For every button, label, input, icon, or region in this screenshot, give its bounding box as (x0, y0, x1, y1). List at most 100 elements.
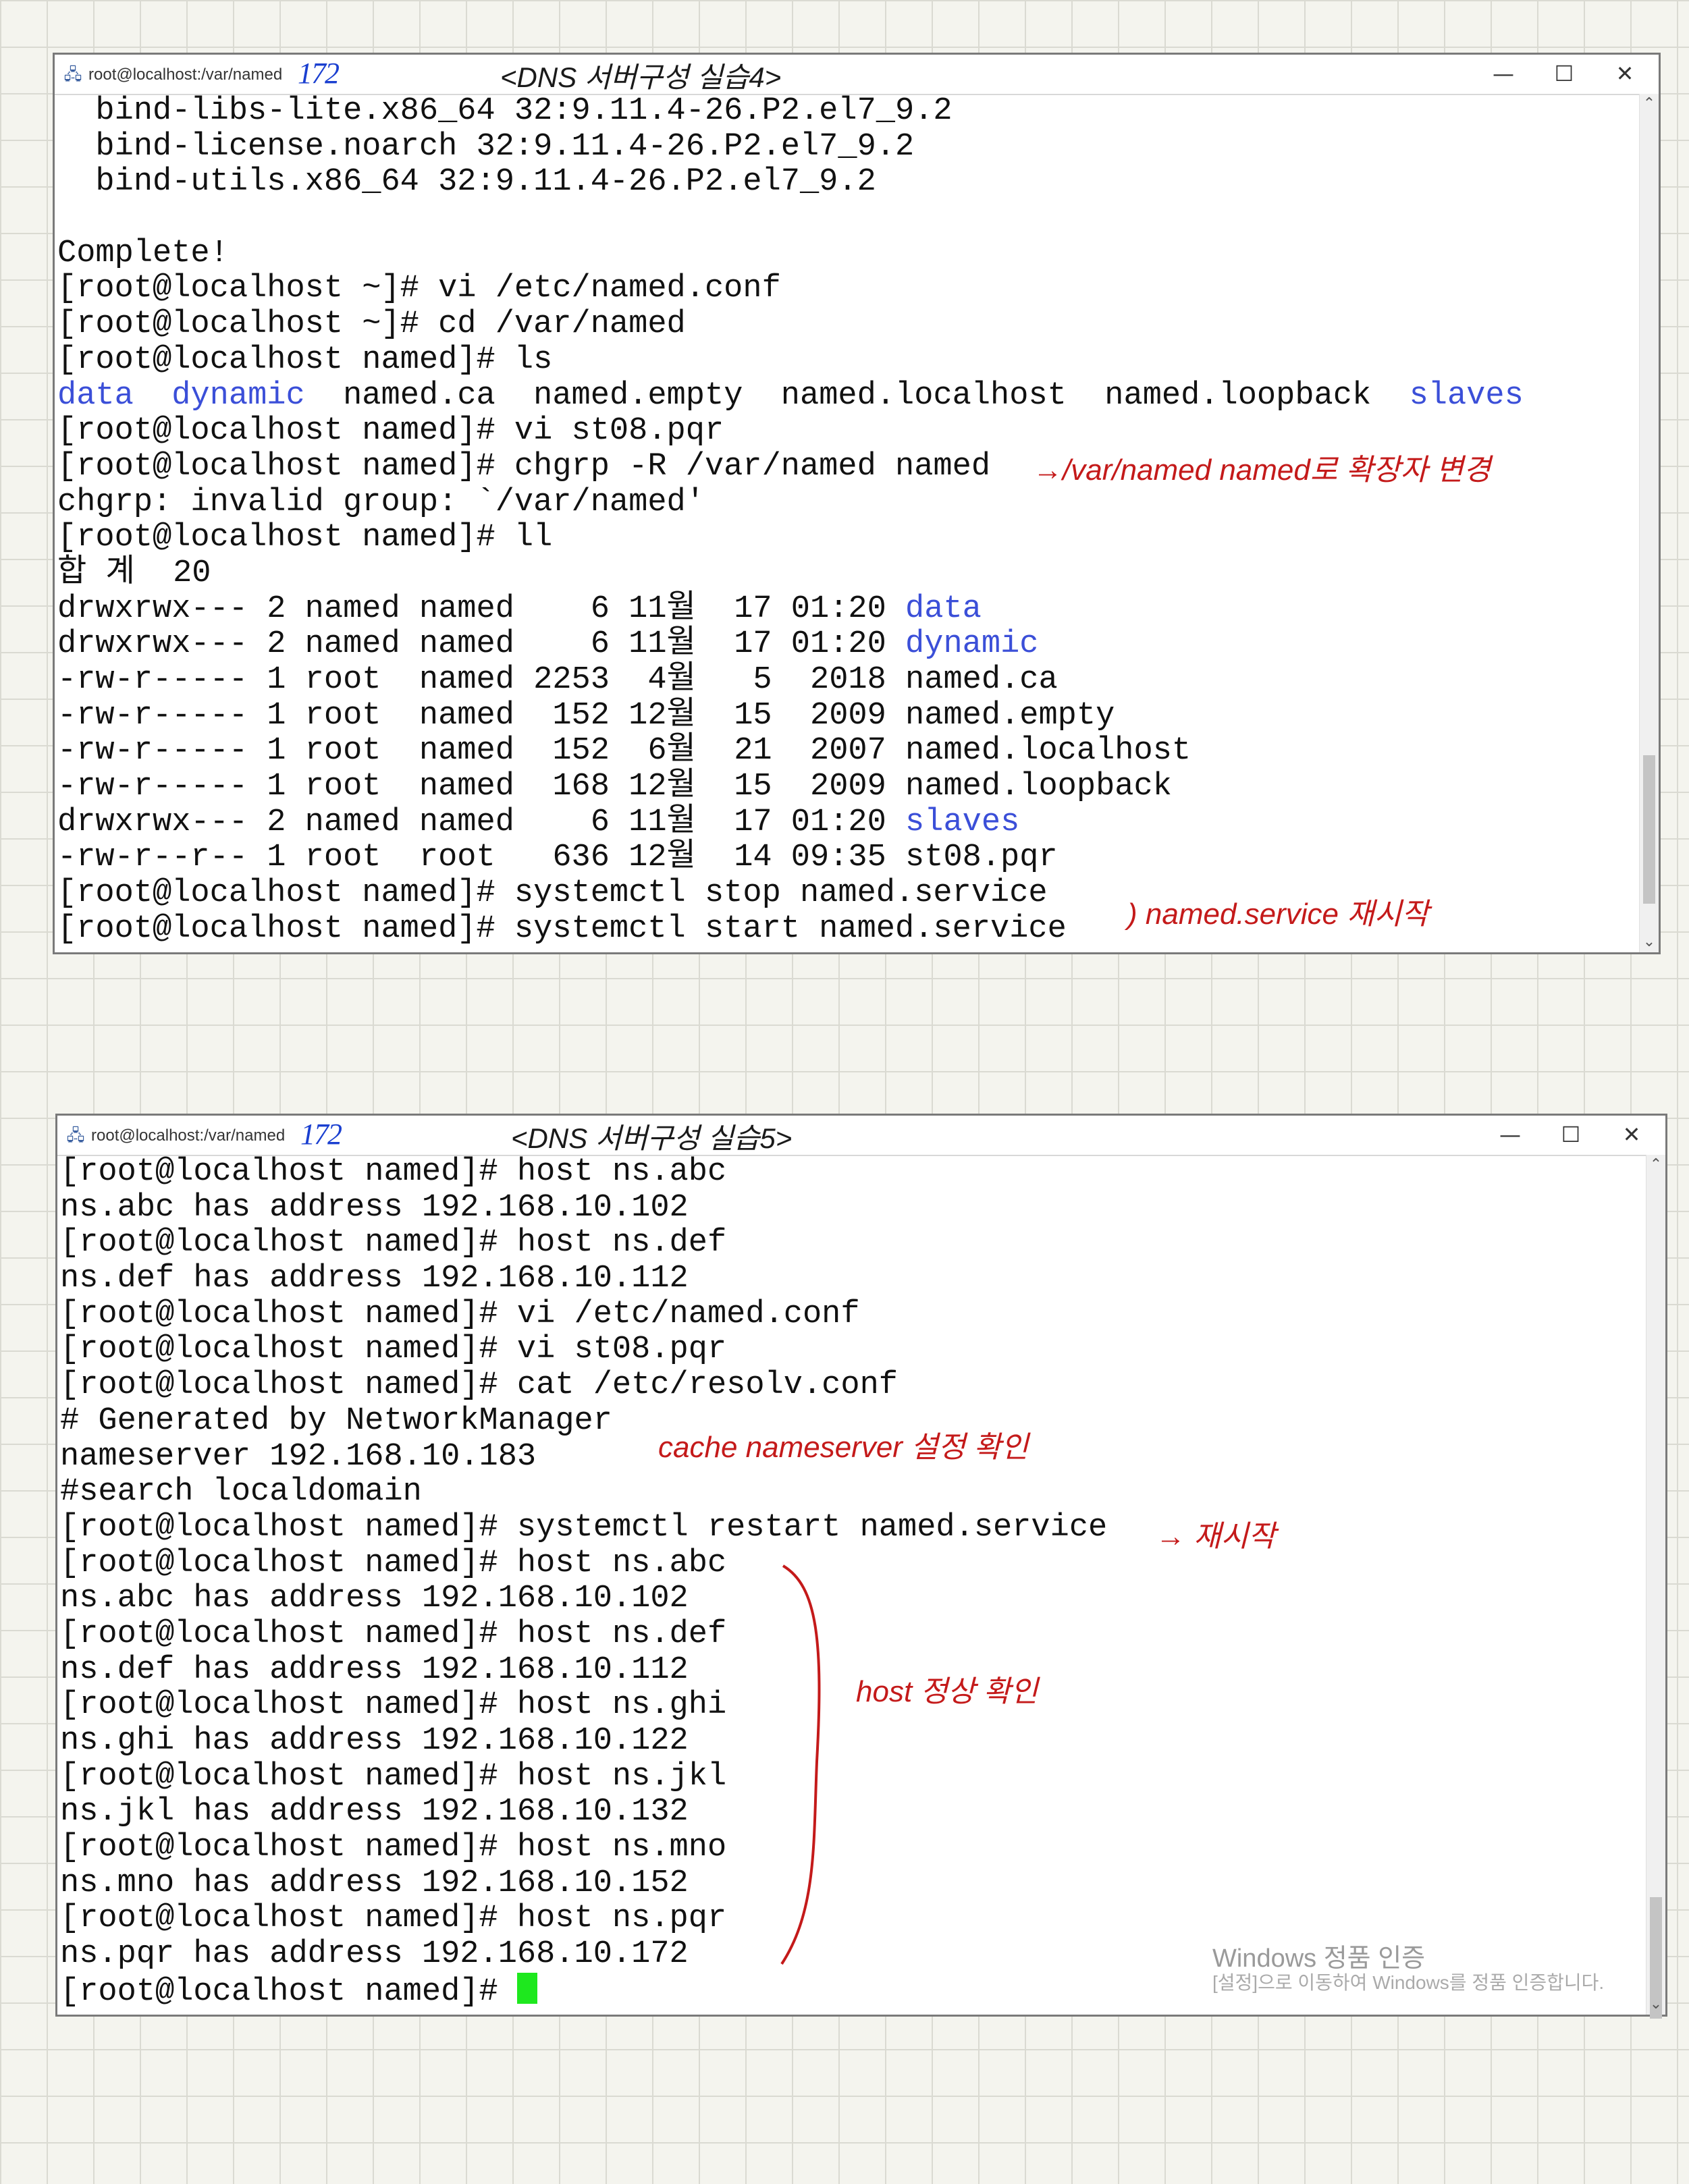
terminal-line: ns.jkl has address 192.168.10.132 (60, 1795, 1646, 1830)
terminal-text: [root@localhost named]# (60, 1973, 517, 2010)
terminal-text: [root@localhost named]# ll (57, 520, 553, 556)
annotation-restart-note: ) named.service 재시작 (1127, 898, 1429, 931)
windows-activation-watermark: Windows 정품 인증 (1212, 1944, 1426, 1973)
terminal-window-2[interactable]: 🖧 root@localhost:/var/named 172 <DNS 서버구… (55, 1114, 1667, 2019)
terminal-text: [root@localhost ~]# vi /etc/named.conf (57, 271, 781, 307)
window-title: root@localhost:/var/named (91, 1126, 286, 1145)
terminal-text: bind-libs-lite.x86_64 32:9.11.4-26.P2.el… (57, 94, 953, 129)
terminal-text: [root@localhost named]# host ns.mno (60, 1830, 727, 1866)
terminal-text: [root@localhost named]# systemctl start … (57, 910, 1067, 947)
terminal-output[interactable]: bind-libs-lite.x86_64 32:9.11.4-26.P2.el… (55, 94, 1640, 952)
terminal-text: [root@localhost named]# vi st08.pqr (60, 1332, 727, 1368)
putty-app-icon: 🖧 (63, 65, 82, 84)
vertical-scrollbar[interactable]: ⌃ ⌄ (1646, 1155, 1665, 2019)
terminal-text: [root@localhost named]# host ns.def (60, 1616, 727, 1652)
terminal-text: [root@localhost named]# chgrp -R /var/na… (57, 448, 991, 485)
terminal-text: [root@localhost named]# systemctl restar… (60, 1509, 1108, 1546)
close-button[interactable]: ✕ (1605, 1118, 1659, 1151)
terminal-line: data dynamic named.ca named.empty named.… (57, 377, 1640, 414)
terminal-output[interactable]: [root@localhost named]# host ns.abc ns.ab… (57, 1155, 1646, 2015)
scrollbar-thumb[interactable] (1643, 755, 1655, 904)
terminal-text: -rw-r----- 1 root named 168 12월 15 2009 … (57, 769, 1172, 805)
terminal-text: [root@localhost named]# host ns.abc (60, 1545, 727, 1581)
terminal-line: [root@localhost named]# vi st08.pqr (60, 1332, 1646, 1368)
scroll-up-arrow-icon[interactable]: ⌃ (1646, 1155, 1665, 1175)
terminal-line: [root@localhost named]# systemctl restar… (60, 1510, 1646, 1546)
terminal-text: Complete! (57, 235, 229, 271)
handwritten-number: 172 (298, 57, 340, 90)
maximize-button[interactable]: ☐ (1537, 57, 1591, 90)
terminal-text: ns.abc has address 192.168.10.102 (60, 1189, 689, 1226)
maximize-button[interactable]: ☐ (1544, 1118, 1598, 1151)
terminal-line: [root@localhost named]# ll (57, 520, 1640, 556)
terminal-text: #search localdomain (60, 1474, 422, 1510)
terminal-line: -rw-r----- 1 root named 152 12월 15 2009 … (57, 697, 1640, 734)
terminal-line: [root@localhost named]# host ns.pqr (60, 1901, 1646, 1937)
minimize-button[interactable]: — (1476, 57, 1530, 90)
terminal-line: [root@localhost named]# cat /etc/resolv.… (60, 1367, 1646, 1404)
minimize-button[interactable]: — (1483, 1118, 1537, 1151)
terminal-line: [root@localhost named]# vi /etc/named.co… (60, 1296, 1646, 1333)
terminal-line: bind-utils.x86_64 32:9.11.4-26.P2.el7_9.… (57, 165, 1640, 200)
terminal-text: -rw-r--r-- 1 root root 636 12월 14 09:35 … (57, 840, 1058, 876)
terminal-line: [root@localhost named]# host ns.def (60, 1226, 1646, 1261)
handwritten-number: 172 (300, 1118, 342, 1151)
title-bar[interactable]: 🖧 root@localhost:/var/named 172 <DNS 서버구… (57, 1116, 1665, 1156)
terminal-text: ns.abc has address 192.168.10.102 (60, 1581, 689, 1617)
annotation-cache-note: cache nameserver 설정 확인 (658, 1431, 1029, 1464)
terminal-text: [root@localhost named]# systemctl stop n… (57, 875, 1048, 912)
terminal-text: nameserver 192.168.10.183 (60, 1438, 537, 1475)
putty-app-icon: 🖧 (66, 1126, 85, 1145)
terminal-text: 합 계 20 (57, 555, 211, 591)
terminal-line: [root@localhost ~]# vi /etc/named.conf (57, 271, 1640, 307)
terminal-text: [root@localhost named]# vi /etc/named.co… (60, 1296, 860, 1332)
terminal-text: drwxrwx--- 2 named named 6 11월 17 01:20 (57, 804, 906, 840)
terminal-text: ns.jkl has address 192.168.10.132 (60, 1794, 689, 1830)
terminal-text: [root@localhost named]# host ns.jkl (60, 1758, 727, 1795)
terminal-line: -rw-r----- 1 root named 2253 4월 5 2018 n… (57, 662, 1640, 699)
scroll-down-arrow-icon[interactable]: ⌄ (1640, 932, 1659, 952)
terminal-line: -rw-r----- 1 root named 168 12월 15 2009 … (57, 769, 1640, 805)
directory-name: slaves (905, 804, 1020, 840)
close-button[interactable]: ✕ (1598, 57, 1652, 90)
annotation-host-note: host 정상 확인 (856, 1675, 1038, 1708)
terminal-line: [root@localhost named]# ls (57, 342, 1640, 379)
terminal-text: ns.mno has address 192.168.10.152 (60, 1865, 689, 1901)
terminal-line: drwxrwx--- 2 named named 6 11월 17 01:20 … (57, 626, 1640, 663)
directory-name: slaves (1409, 377, 1524, 414)
terminal-text: [root@localhost named]# host ns.abc (60, 1155, 727, 1190)
terminal-line: [root@localhost named]# host ns.mno (60, 1830, 1646, 1866)
handwritten-title: <DNS 서버구성 실습4> (500, 61, 782, 93)
annotation-chgrp-note: →/var/named named로 확장자 변경 (1033, 454, 1491, 487)
terminal-line: [root@localhost named]# host ns.abc (60, 1546, 1646, 1582)
terminal-line: [root@localhost ~]# cd /var/named (57, 306, 1640, 343)
terminal-line: [root@localhost named]# vi st08.pqr (57, 413, 1640, 449)
terminal-line: drwxrwx--- 2 named named 6 11월 17 01:20 … (57, 804, 1640, 841)
terminal-text: [root@localhost named]# host ns.def (60, 1225, 727, 1261)
scroll-down-arrow-icon[interactable]: ⌄ (1646, 1994, 1665, 2015)
terminal-line: [root@localhost named]# host ns.abc (60, 1155, 1646, 1191)
title-bar[interactable]: 🖧 root@localhost:/var/named 172 <DNS 서버구… (55, 55, 1659, 95)
terminal-line: Complete! (57, 236, 1640, 272)
terminal-text: [root@localhost named]# ls (57, 342, 553, 378)
terminal-line: ns.abc has address 192.168.10.102 (60, 1189, 1646, 1226)
terminal-line: bind-license.noarch 32:9.11.4-26.P2.el7_… (57, 129, 1640, 165)
directory-name: dynamic (171, 377, 305, 414)
annotation-brace-icon (780, 1564, 821, 1965)
terminal-line: [root@localhost named]# host ns.jkl (60, 1759, 1646, 1795)
terminal-line: ns.ghi has address 192.168.10.122 (60, 1723, 1646, 1759)
terminal-text: drwxrwx--- 2 named named 6 11월 17 01:20 (57, 591, 906, 627)
terminal-text: [root@localhost named]# cat /etc/resolv.… (60, 1367, 899, 1404)
terminal-text: -rw-r----- 1 root named 152 12월 15 2009 … (57, 697, 1115, 734)
terminal-text: chgrp: invalid group: `/var/named' (57, 484, 705, 520)
vertical-scrollbar[interactable]: ⌃ ⌄ (1639, 94, 1659, 952)
terminal-window-1[interactable]: 🖧 root@localhost:/var/named 172 <DNS 서버구… (53, 53, 1661, 954)
terminal-cursor (516, 1972, 537, 2004)
terminal-line: bind-libs-lite.x86_64 32:9.11.4-26.P2.el… (57, 94, 1640, 130)
scroll-up-arrow-icon[interactable]: ⌃ (1640, 94, 1659, 114)
terminal-text: # Generated by NetworkManager (60, 1402, 612, 1439)
terminal-line: ns.abc has address 192.168.10.102 (60, 1581, 1646, 1617)
handwritten-title: <DNS 서버구성 실습5> (511, 1122, 793, 1154)
